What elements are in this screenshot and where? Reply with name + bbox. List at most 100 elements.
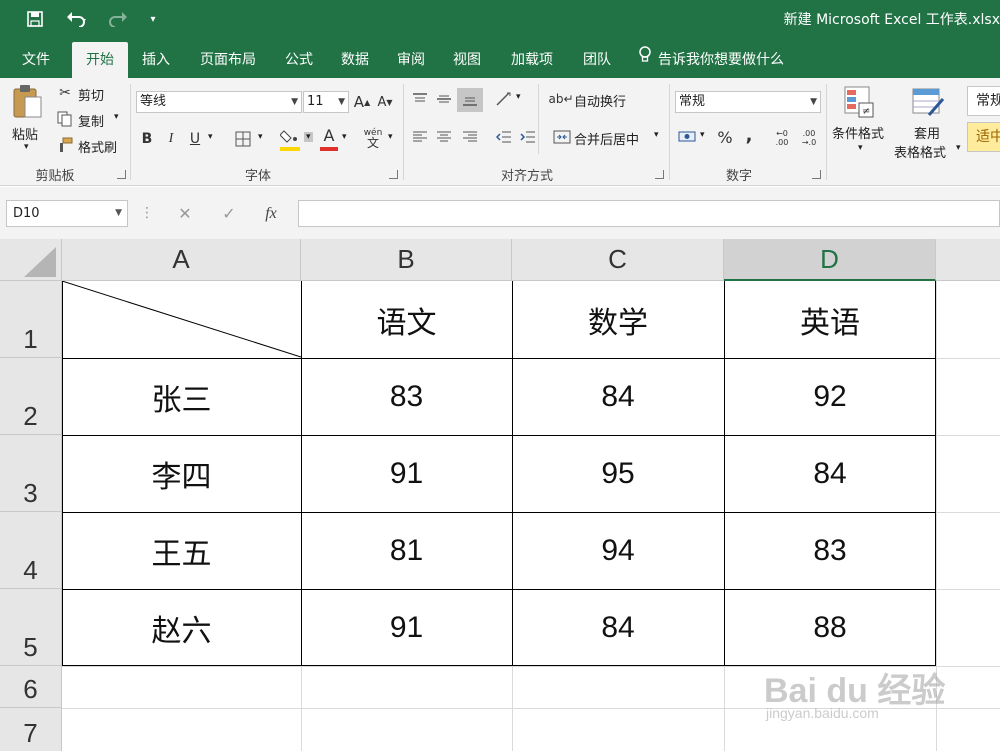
paste-label[interactable]: 粘贴 xyxy=(12,124,38,143)
italic-button[interactable]: I xyxy=(162,128,180,150)
cell-c5[interactable]: 84 xyxy=(512,589,724,666)
tab-insert[interactable]: 插入 xyxy=(132,42,180,78)
borders-icon[interactable] xyxy=(232,128,254,150)
font-name-combo[interactable]: 等线 ▼ xyxy=(136,91,302,113)
customize-qat-icon[interactable]: ▾ xyxy=(146,8,160,30)
align-bottom-icon[interactable] xyxy=(457,88,483,112)
cell-a4[interactable]: 王五 xyxy=(62,512,301,589)
align-center-icon[interactable] xyxy=(434,128,454,146)
fill-color-dropdown-arrow[interactable]: ▾ xyxy=(304,132,313,142)
tab-data[interactable]: 数据 xyxy=(332,42,378,78)
tab-team[interactable]: 团队 xyxy=(574,42,620,78)
tab-file[interactable]: 文件 xyxy=(10,42,62,78)
orientation-dropdown-arrow[interactable]: ▾ xyxy=(516,92,521,102)
undo-icon[interactable] xyxy=(60,8,94,30)
cell-d4[interactable]: 83 xyxy=(724,512,936,589)
column-header-e[interactable] xyxy=(936,239,1000,281)
row-header-6[interactable]: 6 xyxy=(0,666,62,708)
cancel-icon[interactable]: ✕ xyxy=(170,200,200,227)
comma-button[interactable]: , xyxy=(740,124,758,146)
align-middle-icon[interactable] xyxy=(434,90,454,108)
row-header-3[interactable]: 3 xyxy=(0,435,62,512)
grow-font-button[interactable]: A ▲ xyxy=(354,91,370,113)
format-as-table-dropdown-arrow[interactable]: ▾ xyxy=(956,143,961,153)
row-header-2[interactable]: 2 xyxy=(0,358,62,435)
cell-c1[interactable]: 数学 xyxy=(512,281,724,358)
cell-b1[interactable]: 语文 xyxy=(301,281,512,358)
alignment-dialog-launcher[interactable] xyxy=(655,170,664,179)
underline-dropdown-arrow[interactable]: ▾ xyxy=(208,132,213,142)
format-as-table-label-1[interactable]: 套用 xyxy=(914,123,940,142)
font-size-dropdown-arrow[interactable]: ▼ xyxy=(338,92,345,112)
conditional-format-button[interactable]: 条件格式 xyxy=(832,123,884,142)
select-all-button[interactable] xyxy=(0,239,62,281)
row-header-5[interactable]: 5 xyxy=(0,589,62,666)
name-box-dropdown-arrow[interactable]: ▼ xyxy=(115,201,122,226)
cell-c2[interactable]: 84 xyxy=(512,358,724,435)
cell-b2[interactable]: 83 xyxy=(301,358,512,435)
accounting-format-icon[interactable] xyxy=(677,128,697,146)
copy-button[interactable]: 复制 xyxy=(78,111,104,130)
number-dialog-launcher[interactable] xyxy=(812,170,821,179)
name-box[interactable]: D10 ▼ xyxy=(6,200,128,227)
number-format-combo[interactable]: 常规 ▼ xyxy=(675,91,821,113)
increase-indent-icon[interactable] xyxy=(518,128,538,146)
borders-dropdown-arrow[interactable]: ▾ xyxy=(258,132,263,142)
cell-d2[interactable]: 92 xyxy=(724,358,936,435)
font-name-dropdown-arrow[interactable]: ▼ xyxy=(291,92,298,112)
row-header-1[interactable]: 1 xyxy=(0,281,62,358)
row-header-7[interactable]: 7 xyxy=(0,708,62,751)
cell-d5[interactable]: 88 xyxy=(724,589,936,666)
orientation-icon[interactable] xyxy=(494,90,514,108)
enter-icon[interactable]: ✓ xyxy=(214,200,244,227)
cell-a1[interactable] xyxy=(62,281,301,358)
cell-c4[interactable]: 94 xyxy=(512,512,724,589)
font-dialog-launcher[interactable] xyxy=(389,170,398,179)
align-top-icon[interactable] xyxy=(410,90,430,108)
style-normal[interactable]: 常规 xyxy=(967,86,1000,116)
merge-center-button[interactable]: 合并后居中 xyxy=(574,129,639,148)
worksheet-grid[interactable]: A B C D 1 2 3 4 5 6 7 语文 数学 英语 张三 83 84 … xyxy=(0,239,1000,751)
cell-d3[interactable]: 84 xyxy=(724,435,936,512)
column-header-a[interactable]: A xyxy=(62,239,301,281)
tab-addins[interactable]: 加载项 xyxy=(500,42,564,78)
formula-input[interactable] xyxy=(298,200,1000,227)
tab-home[interactable]: 开始 xyxy=(72,42,128,78)
conditional-format-dropdown-arrow[interactable]: ▾ xyxy=(858,143,863,153)
redo-icon[interactable] xyxy=(102,8,136,30)
phonetic-guide-icon[interactable]: wén 文 xyxy=(362,126,384,150)
format-as-table-label-2[interactable]: 表格格式 xyxy=(894,142,946,161)
align-left-icon[interactable] xyxy=(410,128,430,146)
paste-icon[interactable] xyxy=(10,82,46,122)
cell-b5[interactable]: 91 xyxy=(301,589,512,666)
font-color-dropdown-arrow[interactable]: ▾ xyxy=(342,132,347,142)
shrink-font-button[interactable]: A ▼ xyxy=(377,91,393,113)
align-right-icon[interactable] xyxy=(460,128,480,146)
underline-button[interactable]: U xyxy=(186,128,204,150)
phonetic-dropdown-arrow[interactable]: ▾ xyxy=(388,132,393,142)
percent-button[interactable]: % xyxy=(714,126,736,148)
decrease-indent-icon[interactable] xyxy=(494,128,514,146)
row-header-4[interactable]: 4 xyxy=(0,512,62,589)
paste-dropdown-arrow[interactable]: ▾ xyxy=(24,142,29,152)
merge-center-dropdown-arrow[interactable]: ▾ xyxy=(654,130,659,140)
tab-view[interactable]: 视图 xyxy=(444,42,490,78)
style-neutral[interactable]: 适中 xyxy=(967,122,1000,152)
insert-function-icon[interactable]: fx xyxy=(256,200,286,227)
column-header-b[interactable]: B xyxy=(301,239,512,281)
font-size-combo[interactable]: 11 ▼ xyxy=(303,91,349,113)
cell-b4[interactable]: 81 xyxy=(301,512,512,589)
tab-page-layout[interactable]: 页面布局 xyxy=(190,42,266,78)
accounting-dropdown-arrow[interactable]: ▾ xyxy=(700,130,705,140)
wrap-text-button[interactable]: 自动换行 xyxy=(574,91,626,110)
column-header-c[interactable]: C xyxy=(512,239,724,281)
bold-button[interactable]: B xyxy=(138,128,156,150)
increase-decimal-button[interactable]: ←0.00 xyxy=(772,126,792,150)
cell-a5[interactable]: 赵六 xyxy=(62,589,301,666)
decrease-decimal-button[interactable]: .00 →.0 xyxy=(798,126,820,150)
font-color-button[interactable]: A xyxy=(320,124,338,146)
format-painter-button[interactable]: 格式刷 xyxy=(78,137,117,156)
number-format-dropdown-arrow[interactable]: ▼ xyxy=(810,92,817,112)
clipboard-dialog-launcher[interactable] xyxy=(117,170,126,179)
formula-bar-drag-handle[interactable]: ⋮ xyxy=(140,200,154,227)
